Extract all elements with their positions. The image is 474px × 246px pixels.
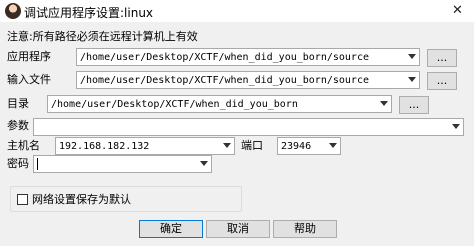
application-label: 应用程序 xyxy=(7,50,51,63)
directory-label: 目录 xyxy=(7,97,29,110)
hostname-value: 192.168.182.132 xyxy=(59,141,150,152)
hostname-combo[interactable]: 192.168.182.132 xyxy=(55,137,235,155)
port-label: 端口 xyxy=(241,139,263,152)
application-value: /home/user/Desktop/XCTF/when_did_you_bor… xyxy=(80,52,369,63)
directory-value: /home/user/Desktop/XCTF/when_did_you_bor… xyxy=(51,99,298,110)
application-combo[interactable]: /home/user/Desktop/XCTF/when_did_you_bor… xyxy=(76,48,420,66)
port-combo[interactable]: 23946 xyxy=(277,137,341,155)
save-default-label[interactable]: 网络设置保存为默认 xyxy=(32,193,131,207)
chevron-down-icon[interactable] xyxy=(452,124,460,129)
save-default-checkbox[interactable] xyxy=(17,194,28,205)
input-file-browse-button[interactable]: ... xyxy=(427,72,457,90)
parameters-combo[interactable] xyxy=(33,118,464,136)
chevron-down-icon[interactable] xyxy=(408,54,416,59)
cancel-button[interactable]: 取消 xyxy=(206,220,270,238)
ok-button[interactable]: 确定 xyxy=(139,220,203,238)
help-button[interactable]: 帮助 xyxy=(273,220,337,238)
chevron-down-icon[interactable] xyxy=(408,77,416,82)
input-file-label: 输入文件 xyxy=(7,73,51,86)
application-browse-button[interactable]: ... xyxy=(427,49,457,67)
title-bar: 调试应用程序设置:linux ✕ xyxy=(0,0,474,22)
app-icon xyxy=(5,3,21,19)
hostname-label: 主机名 xyxy=(7,139,40,152)
input-file-combo[interactable]: /home/user/Desktop/XCTF/when_did_you_bor… xyxy=(76,71,420,89)
remote-path-note: 注意:所有路径必须在远程计算机上有效 xyxy=(7,30,198,43)
password-combo[interactable] xyxy=(33,155,212,173)
directory-combo[interactable]: /home/user/Desktop/XCTF/when_did_you_bor… xyxy=(47,95,392,113)
text-caret xyxy=(37,158,38,170)
close-icon[interactable]: ✕ xyxy=(452,3,463,18)
port-value: 23946 xyxy=(281,141,312,152)
chevron-down-icon[interactable] xyxy=(223,143,231,148)
window-title: 调试应用程序设置:linux xyxy=(24,6,154,20)
chevron-down-icon[interactable] xyxy=(380,101,388,106)
chevron-down-icon[interactable] xyxy=(200,161,208,166)
password-label: 密码 xyxy=(7,157,29,170)
directory-browse-button[interactable]: ... xyxy=(399,96,429,114)
input-file-value: /home/user/Desktop/XCTF/when_did_you_bor… xyxy=(80,75,369,86)
parameters-label: 参数 xyxy=(7,119,29,132)
chevron-down-icon[interactable] xyxy=(329,143,337,148)
